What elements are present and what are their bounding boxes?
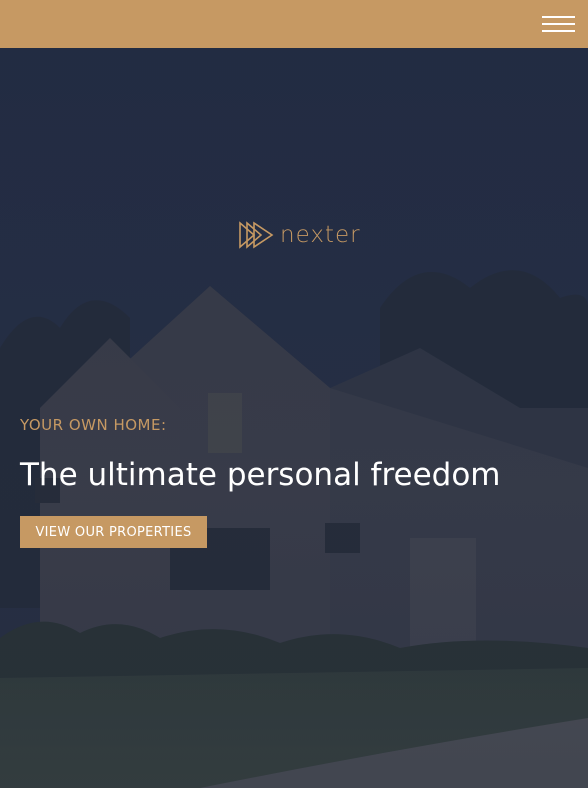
hero-headline: The ultimate personal freedom [20,457,501,493]
hamburger-menu-icon[interactable] [542,14,575,34]
view-properties-button[interactable]: VIEW OUR PROPERTIES [20,516,207,548]
hero-eyebrow: YOUR OWN HOME: [20,416,167,434]
top-bar [0,0,588,48]
menu-line [542,30,575,32]
logo-text: nexter [280,222,361,248]
menu-line [542,23,575,25]
triple-play-triangle-icon [239,221,274,249]
brand-logo[interactable]: nexter [238,220,361,250]
menu-line [542,16,575,18]
page: nexter YOUR OWN HOME: The ultimate perso… [0,0,588,788]
